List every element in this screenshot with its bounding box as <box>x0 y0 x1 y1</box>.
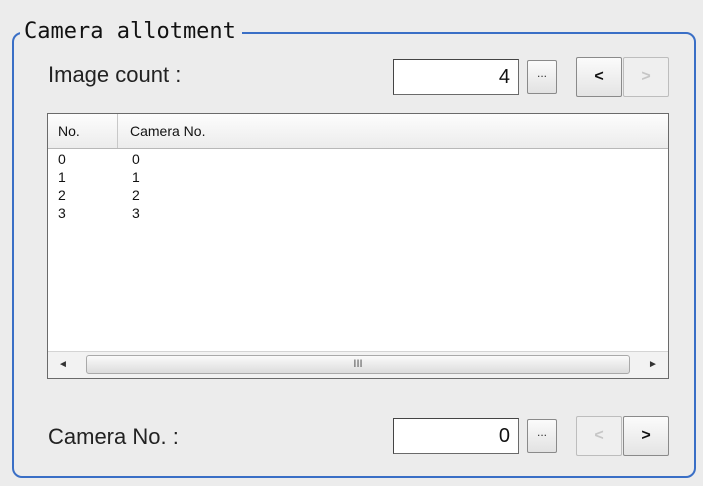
row-camera-no: 2 <box>132 187 140 203</box>
scroll-left-icon[interactable]: ◄ <box>48 352 78 378</box>
row-no: 0 <box>58 151 66 167</box>
image-count-field[interactable]: 4 <box>393 59 519 95</box>
row-camera-no: 1 <box>132 169 140 185</box>
column-header-no[interactable]: No. <box>48 114 118 148</box>
scroll-right-icon[interactable]: ► <box>638 352 668 378</box>
scroll-thumb[interactable]: III <box>86 355 630 374</box>
image-count-prev-button[interactable]: < <box>576 57 622 97</box>
list-row[interactable]: 0 0 <box>48 151 668 169</box>
row-camera-no: 0 <box>132 151 140 167</box>
camera-list[interactable]: No. Camera No. 0 0 1 1 2 2 3 3 ◄ III ► <box>47 113 669 379</box>
row-no: 2 <box>58 187 66 203</box>
group-title: Camera allotment <box>20 20 242 44</box>
list-row[interactable]: 1 1 <box>48 169 668 187</box>
camera-no-field[interactable]: 0 <box>393 418 519 454</box>
image-count-ellipsis-button[interactable]: ... <box>527 60 557 94</box>
row-no: 3 <box>58 205 66 221</box>
camera-no-label: Camera No. : <box>48 424 179 449</box>
camera-no-next-button[interactable]: > <box>623 416 669 456</box>
list-row[interactable]: 2 2 <box>48 187 668 205</box>
image-count-label: Image count : <box>48 62 182 87</box>
list-rows: 0 0 1 1 2 2 3 3 <box>48 151 668 223</box>
camera-no-prev-button: < <box>576 416 622 456</box>
list-header: No. Camera No. <box>48 114 668 149</box>
row-no: 1 <box>58 169 66 185</box>
column-header-camera-no[interactable]: Camera No. <box>118 114 668 148</box>
row-camera-no: 3 <box>132 205 140 221</box>
list-row[interactable]: 3 3 <box>48 205 668 223</box>
horizontal-scrollbar[interactable]: ◄ III ► <box>48 351 668 378</box>
image-count-next-button: > <box>623 57 669 97</box>
camera-no-ellipsis-button[interactable]: ... <box>527 419 557 453</box>
